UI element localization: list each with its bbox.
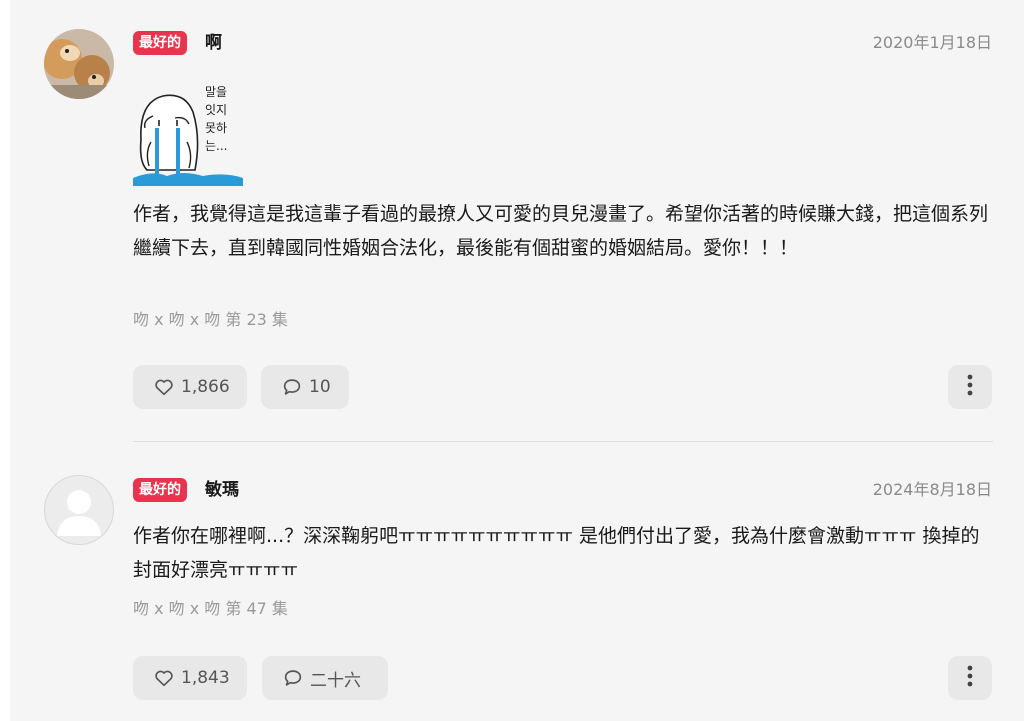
svg-text:못하: 못하 [205, 121, 227, 135]
svg-text:는...: 는... [205, 139, 227, 153]
user-avatar[interactable] [44, 29, 114, 99]
comment-date: 2024年8月18日 [872, 480, 992, 499]
episode-link[interactable]: 吻 x 吻 x 吻 第 23 集 [133, 309, 288, 331]
reply-count: 二十六 [310, 670, 361, 691]
left-edge [0, 0, 10, 721]
like-button[interactable]: 1,843 [133, 656, 247, 700]
like-count: 1,866 [181, 377, 230, 397]
svg-text:잇지: 잇지 [205, 103, 227, 117]
like-button[interactable]: 1,866 [133, 365, 247, 409]
crying-sticker: 말을 잇지 못하 는... [133, 82, 245, 186]
like-count: 1,843 [181, 668, 230, 688]
comment-date: 2020年1月18日 [872, 33, 992, 52]
sticker-caption: 말을 잇지 못하 는... [205, 85, 227, 153]
comment-text: 作者，我覺得這是我這輩子看過的最撩人又可愛的貝兒漫畫了。希望你活著的時候賺大錢，… [133, 203, 989, 259]
more-options-button[interactable] [948, 365, 992, 409]
more-options-button[interactable] [948, 656, 992, 700]
best-comment-badge: 最好的 [133, 31, 187, 55]
reply-button[interactable]: 二十六 [262, 656, 388, 700]
vertical-dots-icon [967, 665, 973, 691]
speech-bubble-icon [282, 667, 304, 689]
user-avatar[interactable] [44, 475, 114, 545]
heart-icon [153, 376, 175, 398]
username[interactable]: 啊 [205, 31, 222, 55]
speech-bubble-icon [281, 376, 303, 398]
comments-page: 最好的 啊 2020年1月18日 말을 잇지 못하 는... 作者，我覺得這是我… [0, 0, 1024, 721]
vertical-dots-icon [967, 374, 973, 400]
comment-divider [133, 441, 993, 442]
episode-link[interactable]: 吻 x 吻 x 吻 第 47 集 [133, 598, 288, 620]
heart-icon [153, 667, 175, 689]
username[interactable]: 敏瑪 [205, 478, 239, 502]
comment-text: 作者你在哪裡啊...？深深鞠躬吧ㅠㅠㅠㅠㅠㅠㅠㅠㅠㅠ 是他們付出了愛，我為什麼會… [133, 525, 980, 581]
reply-count: 10 [309, 377, 331, 397]
reply-button[interactable]: 10 [261, 365, 349, 409]
best-comment-badge: 最好的 [133, 478, 187, 502]
svg-text:말을: 말을 [205, 85, 227, 99]
